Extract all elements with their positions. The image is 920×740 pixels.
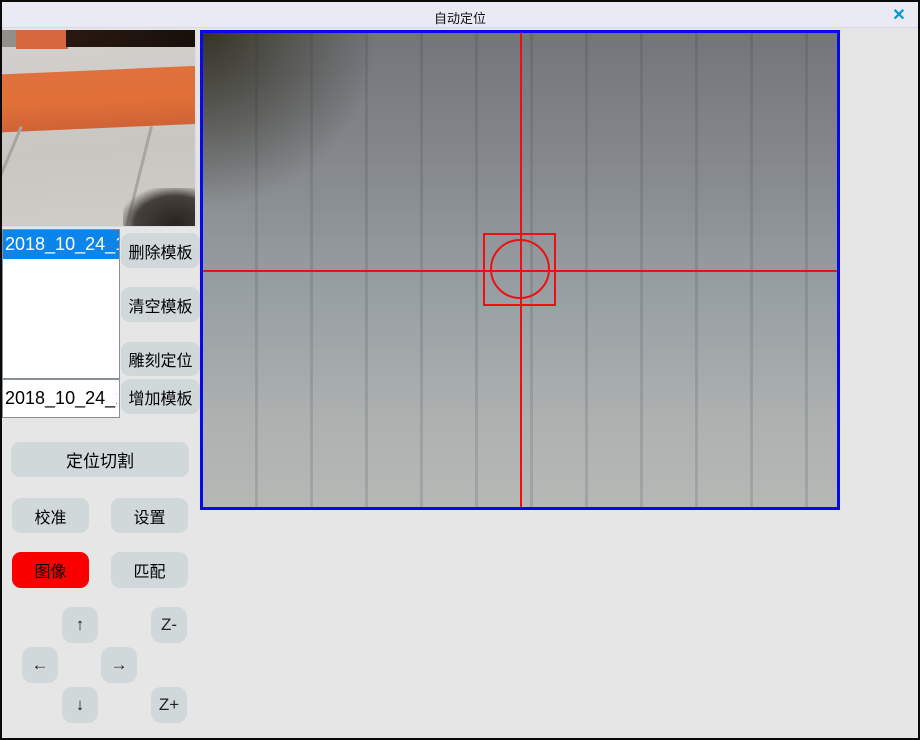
calibrate-button[interactable]: 校准 [12,498,89,533]
list-item-template[interactable]: 2018_10_24_11 [3,230,119,259]
template-name-input[interactable] [2,379,120,418]
jog-up-button[interactable]: ↑ [62,607,98,643]
jog-left-button[interactable]: ← [22,647,58,683]
title-bar: 自动定位 ✕ [2,2,918,28]
dialog-title: 自动定位 [2,8,918,27]
camera-view[interactable] [200,30,840,510]
jog-down-button[interactable]: ↓ [62,687,98,723]
delete-template-button[interactable]: 删除模板 [121,233,200,268]
image-button[interactable]: 图像 [12,552,89,588]
auto-position-dialog: 自动定位 ✕ 2018_10_24_11 删除模板 清空模板 雕刻定位 增加模板… [0,0,920,740]
add-template-button[interactable]: 增加模板 [121,379,200,414]
thumb-orange-piece [16,30,68,49]
jog-z-minus-button[interactable]: Z- [151,607,187,643]
match-button[interactable]: 匹配 [111,552,188,588]
template-list[interactable]: 2018_10_24_11 [2,229,120,379]
target-circle-overlay [490,239,550,299]
template-preview-image [2,30,197,227]
jog-z-plus-button[interactable]: Z+ [151,687,187,723]
close-icon[interactable]: ✕ [888,5,910,27]
clear-template-button[interactable]: 清空模板 [121,287,200,322]
thumb-dark-bar [66,30,197,47]
thumb-dark-blob [123,188,197,227]
settings-button[interactable]: 设置 [111,498,188,533]
jog-right-button[interactable]: → [101,647,137,683]
thumb-orange-band [2,65,197,132]
position-cut-button[interactable]: 定位切割 [11,442,189,477]
thumb-tile-line [2,126,23,227]
engrave-position-button[interactable]: 雕刻定位 [121,342,200,376]
